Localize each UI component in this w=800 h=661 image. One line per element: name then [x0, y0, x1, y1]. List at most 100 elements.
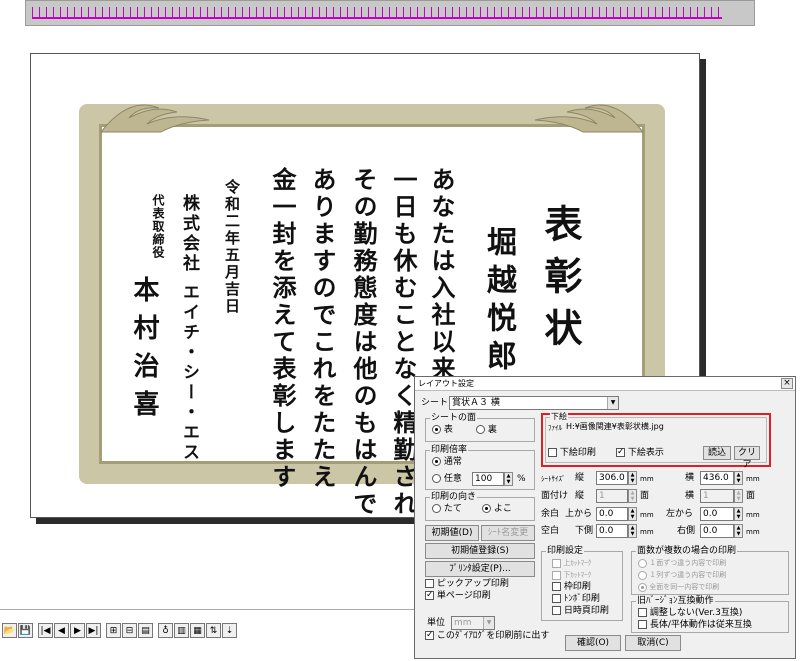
ruler-icon[interactable]: ▥	[174, 623, 189, 638]
multi-face-option-2[interactable]: １列ずつ違う内容で印刷	[638, 569, 726, 581]
first-page-icon[interactable]: |◀	[38, 623, 53, 638]
scale-normal-radio[interactable]: 通常	[432, 456, 462, 468]
sheet-height-spinner[interactable]: ▲ ▼	[628, 471, 637, 485]
gap-right-input[interactable]: 0.0	[700, 524, 734, 538]
initial-value-button[interactable]: 初期値(D)	[425, 525, 479, 541]
open-folder-icon[interactable]: 📂	[2, 623, 17, 638]
multi-face-group: 面数が複数の場合の印刷 １面ずつ違う内容で印刷 １列ずつ違う内容で印刷 全面を同…	[631, 545, 789, 595]
side-back-radio[interactable]: 裏	[476, 424, 497, 436]
gap-bottom-label: 下側	[575, 526, 594, 536]
no-adjust-checkbox[interactable]: 調整しない(Ver.3互換)	[638, 607, 742, 619]
phoenix-right-icon	[534, 104, 645, 133]
sheet-side-title: シートの面	[430, 412, 478, 424]
gap-bottom-spinner[interactable]: ▲ ▼	[628, 524, 637, 538]
scale-spinner[interactable]: ▲ ▼	[504, 472, 513, 486]
grid-icon[interactable]: ▦	[190, 623, 205, 638]
dialog-title: レイアウト設定	[415, 377, 795, 391]
sheet-select[interactable]: 賞状Ａ３ 横 ▼	[449, 396, 619, 410]
orientation-landscape-radio[interactable]: よこ	[482, 503, 512, 515]
imposition-vertical-input[interactable]: 1	[596, 489, 628, 503]
sheet-label: シート	[421, 398, 449, 408]
single-page-print-checkbox[interactable]: ✓ 単ページ印刷	[425, 590, 491, 602]
certificate-line-2: 一日も休むことなく精勤され	[389, 167, 418, 518]
print-orientation-title: 印刷の向き	[430, 491, 478, 503]
frame-print-checkbox[interactable]: 枠印刷	[552, 581, 591, 593]
margin-top-label: 上から	[565, 509, 593, 519]
chevron-down-icon: ▼	[607, 397, 618, 409]
sheet-width-input[interactable]: 436.0	[700, 471, 734, 485]
close-icon[interactable]: ×	[781, 378, 793, 389]
unit-label: 単位	[427, 618, 446, 628]
multi-face-title: 面数が複数の場合の印刷	[636, 545, 738, 557]
margin-left-unit: mm	[746, 511, 760, 519]
pickup-print-checkbox[interactable]: ピックアップ印刷	[425, 578, 509, 590]
margin-left-input[interactable]: 0.0	[700, 507, 734, 521]
ruler-scale	[32, 7, 722, 19]
certificate-line-1: あなたは入社以来二	[427, 167, 456, 410]
imposition-label: 面付け	[541, 491, 569, 501]
margin-left-spinner[interactable]: ▲ ▼	[734, 507, 743, 521]
gap-right-unit: mm	[746, 528, 760, 536]
underlay-print-checkbox[interactable]: 下絵印刷	[548, 447, 596, 459]
clear-button[interactable]: クリア	[734, 446, 760, 470]
bottom-toolbar: 📂 💾 |◀ ◀ ▶ ▶| ⊞ ⊟ ▤ ♁ ▥ ▦ ⇅ ⇣	[0, 623, 237, 643]
sort-icon[interactable]: ⇅	[206, 623, 221, 638]
trim-print-checkbox[interactable]: ﾄﾝﾎﾞ印刷	[552, 593, 600, 605]
register-initial-button[interactable]: 初期値登録(S)	[425, 543, 535, 559]
multi-face-option-1[interactable]: １面ずつ違う内容で印刷	[638, 557, 726, 569]
layout-icon[interactable]: ⊟	[122, 623, 137, 638]
imposition-horizontal-input[interactable]: 1	[700, 489, 734, 503]
unit-select[interactable]: mm ▼	[451, 616, 495, 630]
margin-top-input[interactable]: 0.0	[596, 507, 628, 521]
sheet-side-group: シートの面 表 裏	[425, 412, 535, 442]
zoom-icon[interactable]: ⊞	[106, 623, 121, 638]
show-dialog-checkbox[interactable]: ✓ このﾀﾞｲｱﾛｸﾞを印刷前に出す	[425, 630, 549, 642]
printer-settings-button[interactable]: ﾌﾟﾘﾝﾀ設定(P)...	[425, 561, 535, 577]
print-scale-title: 印刷倍率	[430, 444, 469, 456]
scale-custom-radio[interactable]: 任意	[432, 473, 462, 485]
next-page-icon[interactable]: ▶	[70, 623, 85, 638]
save-icon[interactable]: 💾	[18, 623, 33, 638]
top-cut-mark-checkbox[interactable]: 上ｶｯﾄﾏｰｸ	[552, 557, 591, 569]
certificate-company: 株式会社 エイチ・シー・エス	[179, 194, 199, 463]
sheet-height-unit: mm	[640, 475, 654, 483]
imposition-horizontal-spinner[interactable]: ▲ ▼	[734, 489, 743, 503]
imposition-vertical-spinner[interactable]: ▲ ▼	[628, 489, 637, 503]
margin-label: 余白	[541, 509, 560, 519]
layout-settings-dialog: レイアウト設定 × シート 賞状Ａ３ 横 ▼ シートの面 表 裏 印刷倍率 通常…	[414, 376, 796, 659]
load-button[interactable]: 読込	[703, 446, 731, 460]
rect-action-checkbox[interactable]: 長体/平体動作は従来互換	[638, 619, 752, 631]
sheet-select-value: 賞状Ａ３ 横	[452, 398, 500, 408]
underlay-show-checkbox[interactable]: ✓ 下絵表示	[616, 447, 664, 459]
orientation-portrait-radio[interactable]: たて	[432, 503, 462, 515]
bell-icon[interactable]: ♁	[158, 623, 173, 638]
sheet-width-spinner[interactable]: ▲ ▼	[734, 471, 743, 485]
ok-button[interactable]: 確認(O)	[565, 635, 621, 651]
gap-bottom-input[interactable]: 0.0	[596, 524, 628, 538]
side-front-radio[interactable]: 表	[432, 424, 453, 436]
imposition-vertical-label: 縦	[575, 491, 585, 501]
clipboard-icon[interactable]: ▤	[138, 623, 153, 638]
bottom-cut-mark-checkbox[interactable]: 下ｶｯﾄﾏｰｸ	[552, 569, 591, 581]
cancel-button[interactable]: 取消(C)	[625, 635, 681, 651]
last-page-icon[interactable]: ▶|	[86, 623, 101, 638]
scale-value-input[interactable]: 100	[472, 472, 504, 486]
print-settings-group: 印刷設定 上ｶｯﾄﾏｰｸ 下ｶｯﾄﾏｰｸ 枠印刷 ﾄﾝﾎﾞ印刷 日時頁印刷	[541, 545, 623, 621]
sheet-height-input[interactable]: 306.0	[596, 471, 628, 485]
certificate-rep-name: 本村治喜	[129, 276, 159, 428]
filter-icon[interactable]: ⇣	[222, 623, 237, 638]
underlay-group: 下絵 ﾌｧｲﾙ H:¥画像関連¥表彰状横.jpg 下絵印刷 ✓ 下絵表示 読込 …	[545, 411, 767, 470]
multi-face-option-3[interactable]: 全面を同一内容で印刷	[638, 581, 719, 593]
margin-top-spinner[interactable]: ▲ ▼	[628, 507, 637, 521]
print-scale-group: 印刷倍率 通常 任意 100 ▲ ▼ %	[425, 444, 535, 490]
sheet-height-label: 縦	[575, 473, 585, 483]
underlay-file-label: ﾌｧｲﾙ	[548, 424, 562, 432]
sheet-rename-button[interactable]: ｼｰﾄ名変更	[481, 525, 535, 541]
previous-page-icon[interactable]: ◀	[54, 623, 69, 638]
gap-right-spinner[interactable]: ▲ ▼	[734, 524, 743, 538]
horizontal-ruler	[25, 0, 755, 26]
date-page-print-checkbox[interactable]: 日時頁印刷	[552, 605, 609, 617]
certificate-date: 令和二年五月吉日	[223, 179, 241, 315]
certificate-rep-title: 代表取締役	[151, 194, 165, 259]
imposition-face-label-1: 面	[640, 491, 650, 501]
